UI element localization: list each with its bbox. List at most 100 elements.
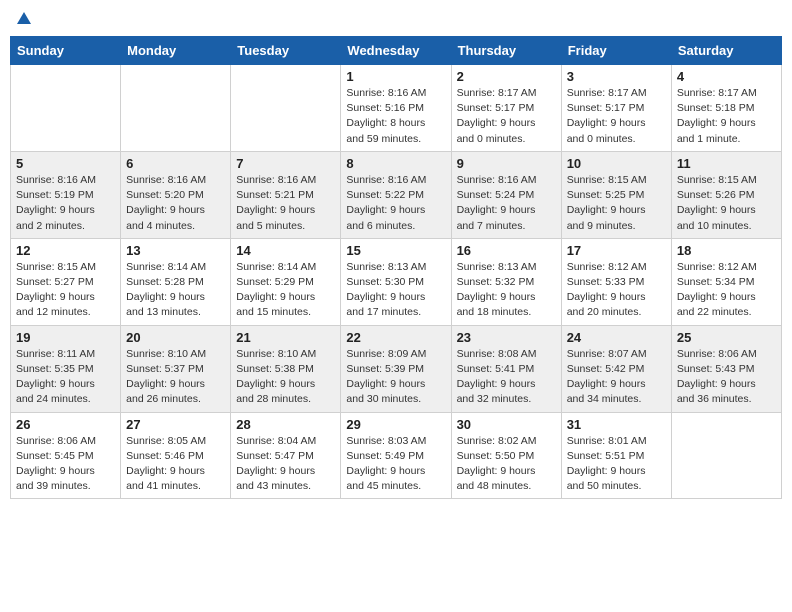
day-info: Sunrise: 8:02 AMSunset: 5:50 PMDaylight:… — [457, 434, 556, 495]
day-info: Sunrise: 8:06 AMSunset: 5:43 PMDaylight:… — [677, 347, 776, 408]
day-number: 30 — [457, 417, 556, 432]
calendar-cell: 8 Sunrise: 8:16 AMSunset: 5:22 PMDaylight… — [341, 151, 451, 238]
calendar-cell: 1 Sunrise: 8:16 AMSunset: 5:16 PMDaylight… — [341, 65, 451, 152]
day-number: 7 — [236, 156, 335, 171]
day-info: Sunrise: 8:14 AMSunset: 5:29 PMDaylight:… — [236, 260, 335, 321]
calendar-cell: 15 Sunrise: 8:13 AMSunset: 5:30 PMDayligh… — [341, 238, 451, 325]
calendar-cell: 16Sunrise: 8:13 AMSunset: 5:32 PMDayligh… — [451, 238, 561, 325]
day-number: 5 — [16, 156, 115, 171]
calendar-cell: 3 Sunrise: 8:17 AMSunset: 5:17 PMDaylight… — [561, 65, 671, 152]
calendar-cell: 30 Sunrise: 8:02 AMSunset: 5:50 PMDayligh… — [451, 412, 561, 499]
calendar-cell: 31Sunrise: 8:01 AMSunset: 5:51 PMDayligh… — [561, 412, 671, 499]
day-number: 26 — [16, 417, 115, 432]
weekday-header-monday: Monday — [121, 37, 231, 65]
day-info: Sunrise: 8:16 AMSunset: 5:16 PMDaylight:… — [346, 86, 445, 147]
calendar-cell — [231, 65, 341, 152]
day-number: 17 — [567, 243, 666, 258]
page-header — [10, 10, 782, 28]
day-info: Sunrise: 8:03 AMSunset: 5:49 PMDaylight:… — [346, 434, 445, 495]
day-info: Sunrise: 8:10 AMSunset: 5:38 PMDaylight:… — [236, 347, 335, 408]
calendar-cell: 7Sunrise: 8:16 AMSunset: 5:21 PMDaylight… — [231, 151, 341, 238]
day-info: Sunrise: 8:11 AMSunset: 5:35 PMDaylight:… — [16, 347, 115, 408]
calendar-cell: 14 Sunrise: 8:14 AMSunset: 5:29 PMDayligh… — [231, 238, 341, 325]
calendar-cell: 17 Sunrise: 8:12 AMSunset: 5:33 PMDayligh… — [561, 238, 671, 325]
day-number: 6 — [126, 156, 225, 171]
calendar-cell — [11, 65, 121, 152]
day-number: 24 — [567, 330, 666, 345]
logo — [14, 10, 34, 28]
day-info: Sunrise: 8:13 AMSunset: 5:30 PMDaylight:… — [346, 260, 445, 321]
calendar-cell: 19 Sunrise: 8:11 AMSunset: 5:35 PMDayligh… — [11, 325, 121, 412]
calendar-cell: 12Sunrise: 8:15 AMSunset: 5:27 PMDayligh… — [11, 238, 121, 325]
day-number: 22 — [346, 330, 445, 345]
day-info: Sunrise: 8:16 AMSunset: 5:20 PMDaylight:… — [126, 173, 225, 234]
calendar-cell: 22 Sunrise: 8:09 AMSunset: 5:39 PMDayligh… — [341, 325, 451, 412]
calendar-cell — [671, 412, 781, 499]
calendar-cell: 6 Sunrise: 8:16 AMSunset: 5:20 PMDaylight… — [121, 151, 231, 238]
calendar-cell: 29 Sunrise: 8:03 AMSunset: 5:49 PMDayligh… — [341, 412, 451, 499]
calendar-cell: 10 Sunrise: 8:15 AMSunset: 5:25 PMDayligh… — [561, 151, 671, 238]
day-number: 27 — [126, 417, 225, 432]
day-info: Sunrise: 8:15 AMSunset: 5:27 PMDaylight:… — [16, 260, 115, 321]
logo-icon — [15, 10, 33, 28]
calendar-cell: 2 Sunrise: 8:17 AMSunset: 5:17 PMDaylight… — [451, 65, 561, 152]
day-info: Sunrise: 8:16 AMSunset: 5:19 PMDaylight:… — [16, 173, 115, 234]
calendar-cell: 27 Sunrise: 8:05 AMSunset: 5:46 PMDayligh… — [121, 412, 231, 499]
day-number: 13 — [126, 243, 225, 258]
calendar-week-row: 12Sunrise: 8:15 AMSunset: 5:27 PMDayligh… — [11, 238, 782, 325]
day-info: Sunrise: 8:15 AMSunset: 5:26 PMDaylight:… — [677, 173, 776, 234]
day-number: 8 — [346, 156, 445, 171]
calendar-week-row: 19 Sunrise: 8:11 AMSunset: 5:35 PMDayligh… — [11, 325, 782, 412]
day-info: Sunrise: 8:05 AMSunset: 5:46 PMDaylight:… — [126, 434, 225, 495]
day-info: Sunrise: 8:09 AMSunset: 5:39 PMDaylight:… — [346, 347, 445, 408]
day-number: 4 — [677, 69, 776, 84]
weekday-header-saturday: Saturday — [671, 37, 781, 65]
calendar-cell: 25Sunrise: 8:06 AMSunset: 5:43 PMDayligh… — [671, 325, 781, 412]
calendar-cell: 24Sunrise: 8:07 AMSunset: 5:42 PMDayligh… — [561, 325, 671, 412]
calendar-cell: 26 Sunrise: 8:06 AMSunset: 5:45 PMDayligh… — [11, 412, 121, 499]
calendar-cell: 21 Sunrise: 8:10 AMSunset: 5:38 PMDayligh… — [231, 325, 341, 412]
day-number: 2 — [457, 69, 556, 84]
day-info: Sunrise: 8:04 AMSunset: 5:47 PMDaylight:… — [236, 434, 335, 495]
day-number: 15 — [346, 243, 445, 258]
day-info: Sunrise: 8:17 AMSunset: 5:18 PMDaylight:… — [677, 86, 776, 147]
calendar-cell: 20 Sunrise: 8:10 AMSunset: 5:37 PMDayligh… — [121, 325, 231, 412]
day-number: 3 — [567, 69, 666, 84]
day-number: 31 — [567, 417, 666, 432]
day-info: Sunrise: 8:15 AMSunset: 5:25 PMDaylight:… — [567, 173, 666, 234]
day-info: Sunrise: 8:10 AMSunset: 5:37 PMDaylight:… — [126, 347, 225, 408]
calendar-cell: 13 Sunrise: 8:14 AMSunset: 5:28 PMDayligh… — [121, 238, 231, 325]
day-number: 20 — [126, 330, 225, 345]
day-number: 1 — [346, 69, 445, 84]
calendar-cell: 4 Sunrise: 8:17 AMSunset: 5:18 PMDaylight… — [671, 65, 781, 152]
calendar-week-row: 1 Sunrise: 8:16 AMSunset: 5:16 PMDaylight… — [11, 65, 782, 152]
weekday-header-friday: Friday — [561, 37, 671, 65]
day-number: 19 — [16, 330, 115, 345]
weekday-header-wednesday: Wednesday — [341, 37, 451, 65]
calendar-cell: 23 Sunrise: 8:08 AMSunset: 5:41 PMDayligh… — [451, 325, 561, 412]
weekday-header-thursday: Thursday — [451, 37, 561, 65]
day-number: 14 — [236, 243, 335, 258]
day-number: 10 — [567, 156, 666, 171]
day-info: Sunrise: 8:14 AMSunset: 5:28 PMDaylight:… — [126, 260, 225, 321]
day-number: 21 — [236, 330, 335, 345]
calendar-cell: 9Sunrise: 8:16 AMSunset: 5:24 PMDaylight… — [451, 151, 561, 238]
day-info: Sunrise: 8:16 AMSunset: 5:24 PMDaylight:… — [457, 173, 556, 234]
day-number: 29 — [346, 417, 445, 432]
day-number: 11 — [677, 156, 776, 171]
day-number: 16 — [457, 243, 556, 258]
day-info: Sunrise: 8:08 AMSunset: 5:41 PMDaylight:… — [457, 347, 556, 408]
day-number: 23 — [457, 330, 556, 345]
day-number: 18 — [677, 243, 776, 258]
day-number: 28 — [236, 417, 335, 432]
calendar-cell: 28 Sunrise: 8:04 AMSunset: 5:47 PMDayligh… — [231, 412, 341, 499]
day-info: Sunrise: 8:17 AMSunset: 5:17 PMDaylight:… — [457, 86, 556, 147]
day-info: Sunrise: 8:17 AMSunset: 5:17 PMDaylight:… — [567, 86, 666, 147]
day-info: Sunrise: 8:12 AMSunset: 5:33 PMDaylight:… — [567, 260, 666, 321]
weekday-header-sunday: Sunday — [11, 37, 121, 65]
calendar-cell: 5 Sunrise: 8:16 AMSunset: 5:19 PMDaylight… — [11, 151, 121, 238]
calendar-cell — [121, 65, 231, 152]
day-info: Sunrise: 8:16 AMSunset: 5:22 PMDaylight:… — [346, 173, 445, 234]
calendar-header-row: SundayMondayTuesdayWednesdayThursdayFrid… — [11, 37, 782, 65]
day-info: Sunrise: 8:06 AMSunset: 5:45 PMDaylight:… — [16, 434, 115, 495]
